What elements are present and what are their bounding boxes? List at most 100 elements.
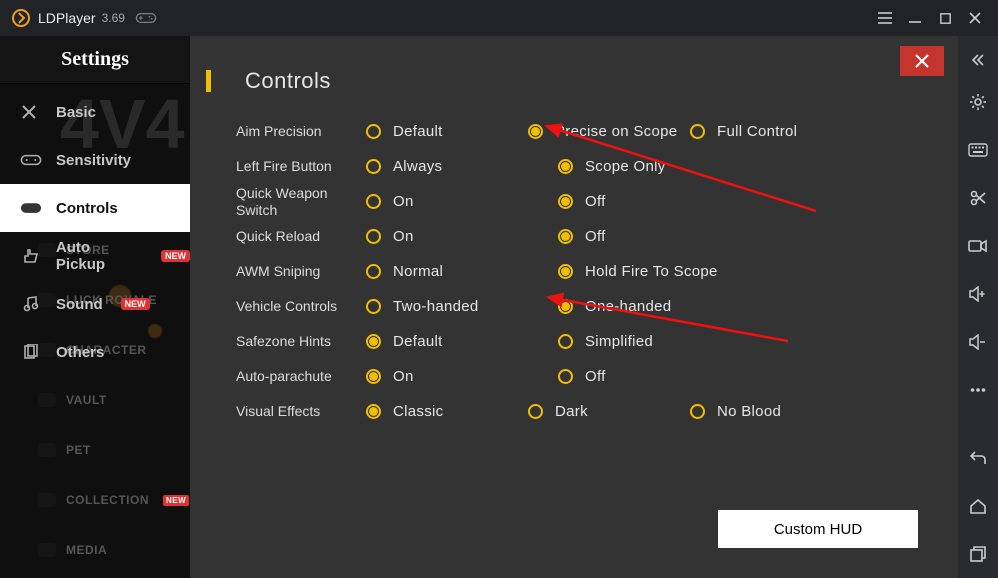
setting-label: Visual Effects	[236, 403, 366, 419]
radio-icon	[366, 194, 381, 209]
radio-option[interactable]: Off	[558, 193, 750, 210]
close-panel-button[interactable]	[900, 46, 944, 76]
volume-up-button[interactable]	[958, 270, 998, 318]
page-title-row: Controls	[190, 36, 958, 114]
nav-sound[interactable]: Sound NEW	[0, 280, 190, 328]
radio-option[interactable]: Dark	[528, 403, 690, 420]
radio-icon	[558, 264, 573, 279]
nav-controls[interactable]: Controls	[0, 184, 190, 232]
radio-icon	[690, 404, 705, 419]
setting-label: Left Fire Button	[236, 158, 366, 174]
radio-option[interactable]: On	[366, 368, 558, 385]
collapse-rail-button[interactable]	[958, 42, 998, 78]
option-label: Simplified	[585, 333, 653, 350]
option-group: On Off	[366, 228, 750, 245]
radio-option[interactable]: Full Control	[690, 123, 852, 140]
radio-option[interactable]: Two-handed	[366, 298, 558, 315]
radio-option[interactable]: On	[366, 193, 558, 210]
nav-label: Sensitivity	[56, 152, 131, 169]
radio-icon	[366, 159, 381, 174]
option-label: Two-handed	[393, 298, 479, 315]
gamepad-icon	[135, 11, 155, 25]
radio-option[interactable]: Normal	[366, 263, 558, 280]
setting-row: Aim PrecisionDefaultPrecise on ScopeFull…	[236, 114, 958, 149]
radio-icon	[558, 369, 573, 384]
nav-label: Basic	[56, 104, 96, 121]
radio-option[interactable]: On	[366, 228, 558, 245]
setting-label: Vehicle Controls	[236, 298, 366, 314]
nav-auto-pickup[interactable]: Auto Pickup NEW	[0, 232, 190, 280]
more-button[interactable]	[958, 366, 998, 414]
setting-label: Quick Weapon Switch	[236, 185, 366, 217]
option-label: Off	[585, 228, 606, 245]
radio-option[interactable]: No Blood	[690, 403, 852, 420]
radio-icon	[558, 334, 573, 349]
settings-sidebar: 4V4 Settings STORE LUCK ROYALE CHARACTER…	[0, 36, 190, 578]
setting-row: Safezone Hints Default Simplified	[236, 324, 958, 359]
setting-label: Safezone Hints	[236, 333, 366, 349]
setting-label: AWM Sniping	[236, 263, 366, 279]
option-label: Dark	[555, 403, 588, 420]
new-badge: NEW	[161, 250, 190, 262]
option-group: Two-handed One-handed	[366, 298, 750, 315]
option-label: Default	[393, 333, 443, 350]
controls-rows: Aim PrecisionDefaultPrecise on ScopeFull…	[190, 114, 958, 429]
radio-option[interactable]: Off	[558, 368, 750, 385]
settings-gear-button[interactable]	[958, 78, 998, 126]
radio-icon	[366, 334, 381, 349]
minimize-button[interactable]	[900, 0, 930, 36]
radio-icon	[690, 124, 705, 139]
gamepad-icon	[20, 200, 42, 216]
home-button[interactable]	[958, 482, 998, 530]
option-group: Classic Dark No Blood	[366, 403, 852, 420]
setting-row: AWM Sniping Normal Hold Fire To Scope	[236, 254, 958, 289]
menu-button[interactable]	[870, 0, 900, 36]
settings-nav: Basic Sensitivity Controls Auto Pickup N…	[0, 88, 190, 376]
option-label: Full Control	[717, 123, 797, 140]
radio-option[interactable]: Precise on Scope	[528, 123, 690, 140]
nav-basic[interactable]: Basic	[0, 88, 190, 136]
volume-down-button[interactable]	[958, 318, 998, 366]
radio-option[interactable]: Classic	[366, 403, 528, 420]
close-window-button[interactable]	[960, 0, 990, 36]
radio-option[interactable]: Scope Only	[558, 158, 750, 175]
recent-apps-button[interactable]	[958, 530, 998, 578]
radio-icon	[528, 124, 543, 139]
option-group: OnOff	[366, 193, 750, 210]
radio-icon	[558, 194, 573, 209]
hand-icon	[20, 248, 42, 264]
option-group: Default Simplified	[366, 333, 750, 350]
sidebar-header: Settings	[0, 36, 190, 84]
option-group: On Off	[366, 368, 750, 385]
option-label: Normal	[393, 263, 443, 280]
radio-option[interactable]: One-handed	[558, 298, 750, 315]
setting-row: Auto-parachuteOnOff	[236, 359, 958, 394]
radio-option[interactable]: Simplified	[558, 333, 750, 350]
radio-option[interactable]: Default	[366, 333, 558, 350]
setting-label: Quick Reload	[236, 228, 366, 244]
maximize-button[interactable]	[930, 0, 960, 36]
nav-label: Auto Pickup	[56, 239, 143, 273]
custom-hud-button[interactable]: Custom HUD	[718, 510, 918, 548]
back-button[interactable]	[958, 434, 998, 482]
scissors-button[interactable]	[958, 174, 998, 222]
option-label: Always	[393, 158, 442, 175]
keyboard-button[interactable]	[958, 126, 998, 174]
option-label: Classic	[393, 403, 443, 420]
setting-row: Quick Weapon SwitchOnOff	[236, 184, 958, 219]
radio-option[interactable]: Always	[366, 158, 558, 175]
nav-others[interactable]: Others	[0, 328, 190, 376]
radio-option[interactable]: Off	[558, 228, 750, 245]
nav-label: Others	[56, 344, 104, 361]
nav-sensitivity[interactable]: Sensitivity	[0, 136, 190, 184]
option-label: Default	[393, 123, 443, 140]
wrench-cross-icon	[20, 104, 42, 120]
option-label: On	[393, 368, 414, 385]
radio-option[interactable]: Hold Fire To Scope	[558, 263, 750, 280]
option-label: Scope Only	[585, 158, 666, 175]
record-camera-button[interactable]	[958, 222, 998, 270]
radio-option[interactable]: Default	[366, 123, 528, 140]
nav-label: Sound	[56, 296, 103, 313]
radio-icon	[558, 229, 573, 244]
app-version: 3.69	[102, 11, 125, 25]
